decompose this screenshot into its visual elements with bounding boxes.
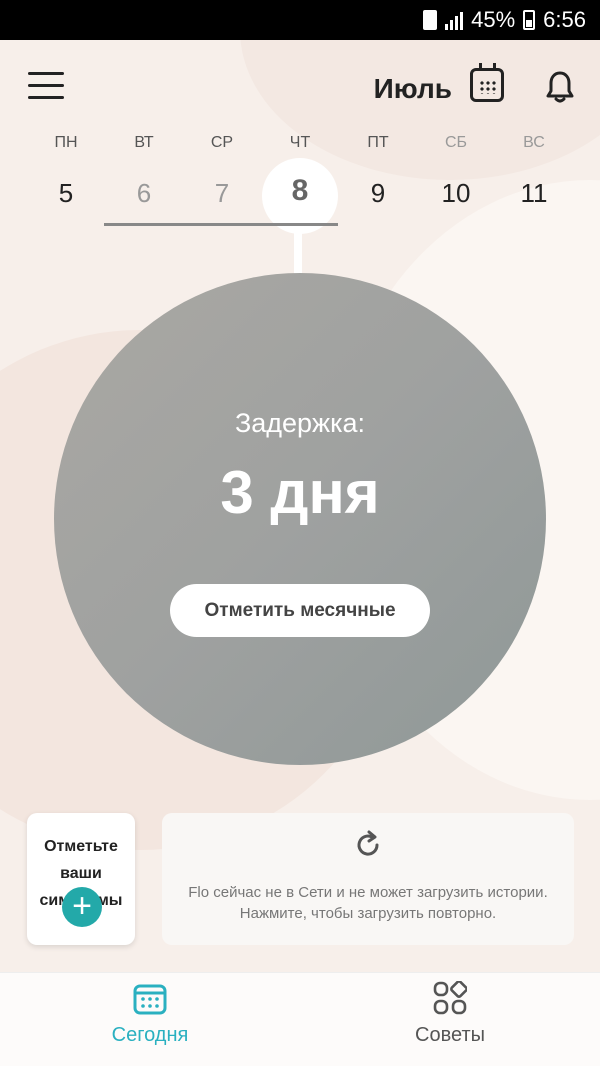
signal-icon [445,10,464,30]
day-sun[interactable]: ВС 11 [495,130,573,209]
day-name: ВТ [134,134,154,151]
day-wed[interactable]: СР 7 [183,130,261,209]
day-number: 6 [136,178,152,208]
log-symptoms-card[interactable]: Отметьте ваши симптомы + [27,813,135,945]
offline-stories-card[interactable]: Flo сейчас не в Сети и не может загрузит… [162,813,574,945]
day-number: 5 [58,178,74,208]
day-number: 11 [520,178,548,208]
day-number: 8 [291,174,309,207]
day-name: ВС [523,134,545,151]
day-mon[interactable]: ПН 5 [27,130,105,209]
calendar-icon[interactable] [470,63,504,102]
header: Июль [0,40,600,135]
day-fri[interactable]: ПТ 9 [339,130,417,209]
refresh-icon[interactable] [352,829,384,861]
day-name: ПН [54,134,78,151]
week-strip: ПН 5 ВТ 6 СР 7 ЧТ 8 ПТ 9 СБ 10 ВС 11 [27,130,573,234]
bottom-nav: Сегодня Советы [0,972,600,1066]
day-name: ПТ [367,134,389,151]
calendar-icon [133,981,167,1015]
bell-icon[interactable] [546,70,574,104]
cycle-circle: Задержка: 3 дня Отметить месячные [54,273,546,765]
day-number: 9 [370,178,386,208]
log-period-button[interactable]: Отметить месячные [170,584,430,637]
status-bar: 45% 6:56 [0,0,600,40]
menu-icon[interactable] [28,72,64,100]
tips-grid-icon [433,980,468,1015]
period-range-underline [104,223,338,226]
nav-today[interactable]: Сегодня [0,973,300,1066]
delay-value: 3 дня [220,459,380,526]
month-label[interactable]: Июль [374,73,452,105]
clock: 6:56 [543,7,586,32]
nav-tips-label: Советы [415,1024,485,1046]
battery-percent: 45% [471,7,516,32]
day-number: 10 [441,178,471,208]
add-symptoms-button[interactable]: + [62,887,102,927]
save-icon [423,10,438,30]
battery-icon [523,10,536,30]
day-tue[interactable]: ВТ 6 [105,130,183,209]
nav-tips[interactable]: Советы [300,973,600,1066]
nav-today-label: Сегодня [111,1024,189,1046]
offline-message: Flo сейчас не в Сети и не может загрузит… [188,884,548,922]
delay-label: Задержка: [234,408,366,438]
day-sat[interactable]: СБ 10 [417,130,495,209]
day-name: ЧТ [289,134,311,151]
day-thu-selected[interactable]: ЧТ 8 [261,130,339,234]
day-number: 7 [214,178,230,208]
day-name: СР [210,134,234,151]
day-name: СБ [444,134,468,151]
